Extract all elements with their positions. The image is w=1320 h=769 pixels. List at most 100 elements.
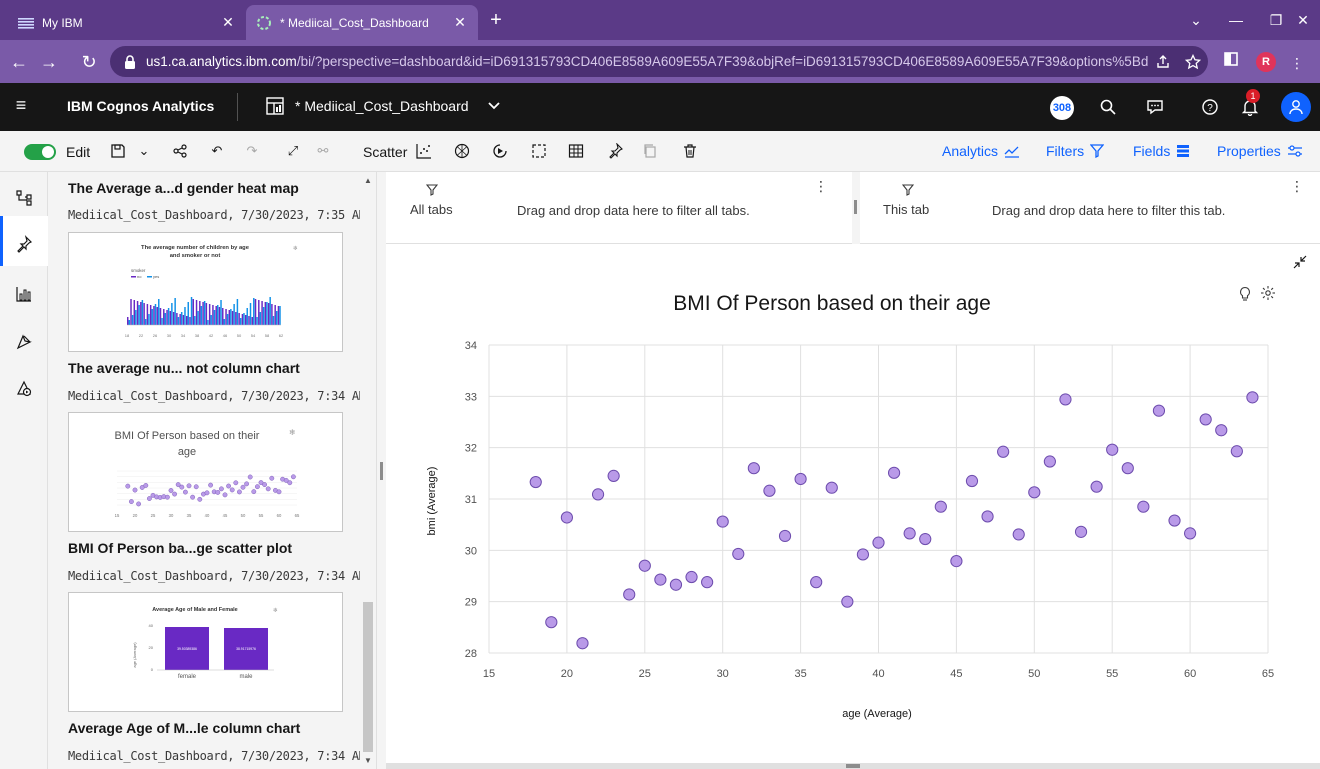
select-area-icon[interactable] <box>529 141 549 161</box>
resize-grip[interactable] <box>380 462 383 480</box>
filters-button[interactable]: Filters <box>1046 143 1105 159</box>
expand-icon[interactable]: ⤢ <box>283 141 303 161</box>
scatter-point[interactable] <box>1230 445 1243 458</box>
scatter-point[interactable] <box>1028 486 1041 499</box>
chevron-down-icon[interactable]: ⌄ <box>134 141 154 161</box>
forward-arrow-icon[interactable]: → <box>36 49 62 75</box>
scatter-point[interactable] <box>545 616 558 629</box>
share-icon[interactable] <box>170 141 190 161</box>
scatter-point[interactable] <box>778 529 792 543</box>
widget-thumbnail-average-age[interactable]: Average Age of Male and Female ❄ age (Av… <box>68 592 343 712</box>
scatter-point[interactable] <box>669 578 683 591</box>
media-shapes-icon[interactable] <box>12 376 36 400</box>
insights-lightbulb-icon[interactable] <box>1238 286 1254 304</box>
divider-grip[interactable] <box>854 200 857 214</box>
overflow-menu-icon[interactable]: ⋮ <box>814 178 828 195</box>
pin-icon[interactable] <box>605 141 625 161</box>
minimize-icon[interactable]: — <box>1216 6 1256 34</box>
browser-menu-icon[interactable]: ⋮ <box>1286 52 1308 74</box>
scatter-point[interactable] <box>841 595 854 608</box>
new-tab-button[interactable]: + <box>484 9 508 33</box>
data-sources-icon[interactable] <box>12 186 36 210</box>
address-bar[interactable]: us1.ca.analytics.ibm.com/bi/?perspective… <box>110 46 1208 77</box>
browser-tab-my-ibm[interactable]: My IBM ✕ <box>8 5 246 40</box>
scatter-point[interactable] <box>1137 500 1150 513</box>
scroll-up-arrow-icon[interactable]: ▲ <box>364 176 372 185</box>
scatter-chart-icon[interactable] <box>414 141 434 161</box>
bookmark-star-icon[interactable] <box>1178 46 1208 77</box>
scatter-point[interactable] <box>607 469 620 482</box>
scatter-point[interactable] <box>591 488 605 501</box>
panel-scrollbar[interactable]: ▲ ▼ <box>360 172 376 769</box>
this-tab-filter-zone[interactable]: This tab Drag and drop data here to filt… <box>860 172 1320 244</box>
side-panel-icon[interactable] <box>1224 52 1246 74</box>
close-tab-icon[interactable]: ✕ <box>220 14 236 31</box>
scatter-point[interactable] <box>560 511 573 524</box>
analytics-button[interactable]: Analytics <box>942 143 1020 159</box>
scatter-point[interactable] <box>747 462 760 475</box>
close-window-icon[interactable]: ✕ <box>1283 6 1320 34</box>
copy-icon[interactable] <box>640 141 660 161</box>
scatter-point[interactable] <box>981 510 994 523</box>
properties-button[interactable]: Properties <box>1217 143 1303 159</box>
scrollbar-thumb[interactable] <box>363 602 373 752</box>
reload-icon[interactable]: ↻ <box>76 49 102 75</box>
scatter-point[interactable] <box>638 559 651 572</box>
search-icon[interactable] <box>1096 95 1120 119</box>
color-palette-icon[interactable] <box>452 141 472 161</box>
scatter-point[interactable] <box>965 474 979 488</box>
scatter-point[interactable] <box>1215 424 1228 437</box>
scatter-point[interactable] <box>950 555 963 568</box>
scatter-point[interactable] <box>701 576 714 589</box>
table-icon[interactable] <box>566 141 586 161</box>
scatter-point[interactable] <box>1168 514 1181 527</box>
scroll-down-arrow-icon[interactable]: ▼ <box>364 756 372 765</box>
scatter-point[interactable] <box>1184 527 1197 540</box>
delete-icon[interactable] <box>680 141 700 161</box>
scatter-point[interactable] <box>919 532 932 546</box>
edit-mode-toggle[interactable] <box>24 144 56 160</box>
save-icon[interactable] <box>108 141 128 161</box>
undo-icon[interactable]: ↶ <box>207 141 227 161</box>
fields-button[interactable]: Fields <box>1133 143 1190 159</box>
scatter-point[interactable] <box>887 466 901 479</box>
canvas-horizontal-scrollbar[interactable] <box>386 763 1320 769</box>
visualizations-icon[interactable] <box>12 282 36 306</box>
widget-title[interactable]: Average Age of M...le column chart <box>68 720 300 736</box>
chevron-down-icon[interactable]: ⌄ <box>1176 6 1216 34</box>
scatter-point[interactable] <box>872 536 885 549</box>
animation-icon[interactable] <box>490 141 510 161</box>
widget-thumbnail-bmi-scatter[interactable]: BMI Of Person based on their age ❄ 15 20 2… <box>68 412 343 532</box>
profile-avatar[interactable]: R <box>1256 52 1276 72</box>
hamburger-menu-icon[interactable]: ≡ <box>10 95 32 119</box>
widget-title[interactable]: The average nu... not column chart <box>68 360 300 376</box>
widget-title[interactable]: The Average a...d gender heat map <box>68 180 299 196</box>
scatter-point[interactable] <box>1152 404 1166 417</box>
scatter-point[interactable] <box>1106 443 1119 456</box>
scatter-point[interactable] <box>654 573 667 586</box>
scatter-point[interactable] <box>1199 413 1212 426</box>
browser-tab-dashboard[interactable]: * Mediical_Cost_Dashboard ✕ <box>246 5 478 40</box>
scatter-point[interactable] <box>1090 480 1103 493</box>
scatter-point[interactable] <box>1074 525 1088 538</box>
visualization-type-label[interactable]: Scatter <box>363 144 407 160</box>
scatter-point[interactable] <box>1246 391 1259 404</box>
panel-resize-handle[interactable] <box>376 172 386 769</box>
bmi-scatter-chart[interactable]: BMI Of Person based on their age 28 29 30 3… <box>386 244 1320 763</box>
widget-thumbnail-children-chart[interactable]: The average number of children by age an… <box>68 232 343 352</box>
connection-icon[interactable]: ⚯ <box>313 141 333 161</box>
share-icon[interactable] <box>1148 46 1178 77</box>
activity-counter[interactable]: 308 <box>1050 96 1074 120</box>
scatter-point[interactable] <box>763 484 776 497</box>
chat-icon[interactable] <box>1143 95 1167 119</box>
scatter-point[interactable] <box>685 570 698 584</box>
overflow-menu-icon[interactable]: ⋮ <box>1290 178 1304 195</box>
dashboard-name[interactable]: * Mediical_Cost_Dashboard <box>295 98 469 114</box>
scatter-point[interactable] <box>794 472 807 486</box>
help-icon[interactable]: ? <box>1198 95 1222 119</box>
scatter-point[interactable] <box>732 547 745 561</box>
collapse-icon[interactable] <box>1292 254 1310 272</box>
scatter-point[interactable] <box>856 548 870 561</box>
scatter-point[interactable] <box>716 515 729 528</box>
scatter-point[interactable] <box>825 481 838 494</box>
